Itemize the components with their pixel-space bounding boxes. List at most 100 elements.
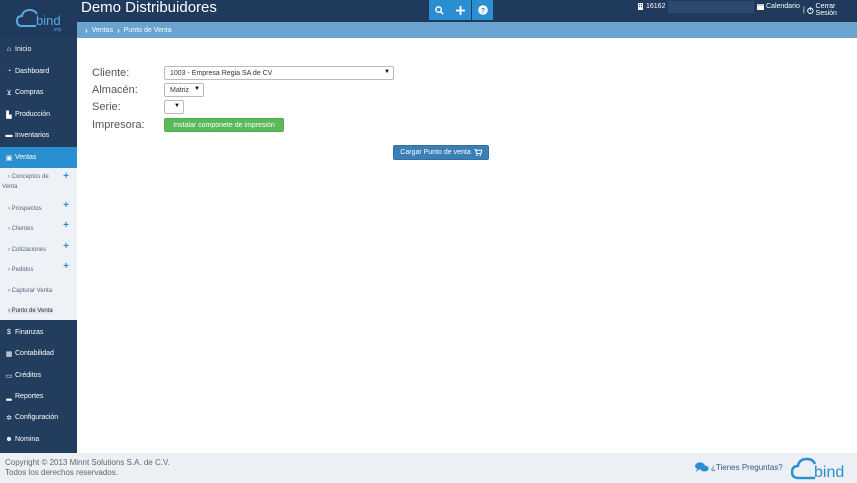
sidebar-item-dashboard[interactable]: ◔ Dashboard xyxy=(0,61,77,82)
chevron-right-icon: › xyxy=(8,288,10,294)
sidebar-item-contabilidad[interactable]: ▦ Contabilidad xyxy=(0,343,77,364)
sidebar-item-label: Producción xyxy=(15,111,51,118)
sub-item-punto-de-venta[interactable]: › Punto de Venta xyxy=(8,306,74,316)
add-button[interactable] xyxy=(450,0,471,20)
gears-icon: ✲ xyxy=(6,414,12,422)
sidebar-item-configuracion[interactable]: ✲ Configuración xyxy=(0,407,77,428)
sub-item-label-line2: Venta xyxy=(2,184,18,190)
dollar-icon: $ xyxy=(7,329,11,336)
factory-icon: ▙ xyxy=(6,111,12,119)
sidebar-item-reportes[interactable]: ▂ Reportes xyxy=(0,386,77,407)
cliente-label: Cliente: xyxy=(92,67,130,79)
sidebar-item-inventarios[interactable]: ▬ Inventarios xyxy=(0,125,77,146)
chevron-right-icon: › xyxy=(8,267,10,273)
sub-item-label: Prospectos xyxy=(11,206,42,212)
help-button[interactable]: ? xyxy=(472,0,493,20)
separator: | xyxy=(803,6,805,14)
breadcrumb-item-punto-de-venta[interactable]: Punto de Venta xyxy=(124,27,172,34)
sub-item-conceptos-de-venta[interactable]: › Conceptos de Venta + xyxy=(2,172,74,192)
impresora-label: Impresora: xyxy=(92,119,145,131)
search-button[interactable] xyxy=(429,0,450,20)
sidebar-item-label: Contabilidad xyxy=(15,350,54,357)
truck-icon: ▬ xyxy=(5,132,13,139)
home-icon: ⌂ xyxy=(6,46,12,53)
expand-plus-icon[interactable]: + xyxy=(63,172,69,182)
plus-icon xyxy=(456,5,465,15)
ventas-submenu: › Conceptos de Venta + › Prospectos + › … xyxy=(0,168,77,320)
sub-item-cotizaciones[interactable]: › Cotizaciones + xyxy=(8,242,74,255)
breadcrumb-item-ventas[interactable]: Ventas xyxy=(92,27,113,34)
app-title: Demo Distribuidores xyxy=(81,0,217,16)
serie-select[interactable]: ▼ xyxy=(164,100,184,114)
help-text: ¿Tienes Preguntas? xyxy=(711,463,783,472)
users-icon: ☻ xyxy=(5,436,13,443)
sidebar-item-label: Reportes xyxy=(15,393,44,400)
sidebar-item-label: Créditos xyxy=(15,372,42,379)
sub-item-pedidos[interactable]: › Pedidos + xyxy=(8,262,74,275)
cart-icon: ⊻ xyxy=(6,89,12,97)
load-pos-button[interactable]: Cargar Punto de venta xyxy=(393,145,489,160)
sub-item-label: Cotizaciones xyxy=(11,247,47,253)
calendar-link[interactable]: Calendario xyxy=(757,3,800,10)
expand-plus-icon[interactable]: + xyxy=(63,221,69,231)
footer: Copyright © 2013 Minnt Solutions S.A. de… xyxy=(0,453,857,483)
svg-text:bind: bind xyxy=(814,464,844,481)
top-search-field[interactable] xyxy=(668,1,754,13)
help-link[interactable]: ¿Tienes Preguntas? xyxy=(695,462,783,473)
chevron-right-icon: › xyxy=(85,25,88,35)
sub-item-clientes[interactable]: › Clientes + xyxy=(8,221,74,234)
bar-chart-icon: ▂ xyxy=(6,393,12,401)
sidebar-item-compras[interactable]: ⊻ Compras xyxy=(0,82,77,103)
bind-footer-logo-icon: bind xyxy=(791,457,844,481)
calendar-icon xyxy=(757,4,764,10)
sidebar-item-label: Inventarios xyxy=(15,132,50,139)
calculator-icon: ▦ xyxy=(5,350,13,358)
logo-subtitle: erp xyxy=(54,27,62,33)
logout-link[interactable]: | Cerrar Sesión xyxy=(803,3,857,17)
user-id: 16162 xyxy=(637,3,665,10)
cliente-select[interactable]: 1003 - Empresa Regia SA de CV ▼ xyxy=(164,66,394,80)
sidebar-item-label: Configuración xyxy=(15,414,59,421)
sidebar-item-creditos[interactable]: ▭ Créditos xyxy=(0,365,77,386)
almacen-value: Matriz xyxy=(170,86,190,94)
search-icon xyxy=(435,5,444,15)
chevron-right-icon: › xyxy=(8,247,10,253)
serie-label: Serie: xyxy=(92,101,121,113)
install-print-component-button[interactable]: Instalar componete de impresión xyxy=(164,118,284,132)
expand-plus-icon[interactable]: + xyxy=(63,262,69,272)
load-pos-label: Cargar Punto de venta xyxy=(400,149,471,156)
sidebar-item-nomina[interactable]: ☻ Nomina xyxy=(0,429,77,450)
cart-icon xyxy=(473,149,482,156)
sub-item-label: Pedidos xyxy=(11,267,34,273)
sub-item-capturar-venta[interactable]: › Capturar Venta xyxy=(8,286,74,296)
sub-item-label: Clientes xyxy=(11,226,34,232)
chevron-right-icon: › xyxy=(8,206,10,212)
dashboard-icon: ◔ xyxy=(6,68,12,75)
expand-plus-icon[interactable]: + xyxy=(63,201,69,211)
user-id-label: 16162 xyxy=(646,3,666,10)
svg-text:bind: bind xyxy=(36,13,61,28)
sidebar-item-ventas[interactable]: ▣ Ventas xyxy=(0,147,77,168)
sidebar-item-produccion[interactable]: ▙ Producción xyxy=(0,104,77,125)
sidebar-item-label: Finanzas xyxy=(15,329,44,336)
chevron-down-icon: ▼ xyxy=(384,69,390,75)
calendar-label: Calendario xyxy=(766,3,800,10)
sidebar-item-finanzas[interactable]: $ Finanzas xyxy=(0,322,77,343)
chevron-right-icon: › xyxy=(8,308,10,314)
sub-item-label: Capturar Venta xyxy=(11,288,53,294)
chevron-right-icon: › xyxy=(117,25,120,35)
logo[interactable]: bind erp xyxy=(0,0,77,38)
question-icon: ? xyxy=(477,5,488,15)
sidebar-item-inicio[interactable]: ⌂ Inicio xyxy=(0,39,77,60)
sub-item-prospectos[interactable]: › Prospectos + xyxy=(8,201,74,214)
sub-item-label: Punto de Venta xyxy=(11,308,53,314)
expand-plus-icon[interactable]: + xyxy=(63,242,69,252)
sub-item-label: Conceptos de xyxy=(11,174,49,180)
breadcrumb: › Ventas › Punto de Venta xyxy=(77,22,857,38)
chevron-right-icon: › xyxy=(8,226,10,232)
almacen-select[interactable]: Matriz ▼ xyxy=(164,83,204,97)
chevron-down-icon: ▼ xyxy=(194,86,200,92)
credit-card-icon: ▭ xyxy=(5,372,13,380)
sidebar-item-label: Inicio xyxy=(15,46,32,53)
sidebar-item-label: Compras xyxy=(15,89,44,96)
